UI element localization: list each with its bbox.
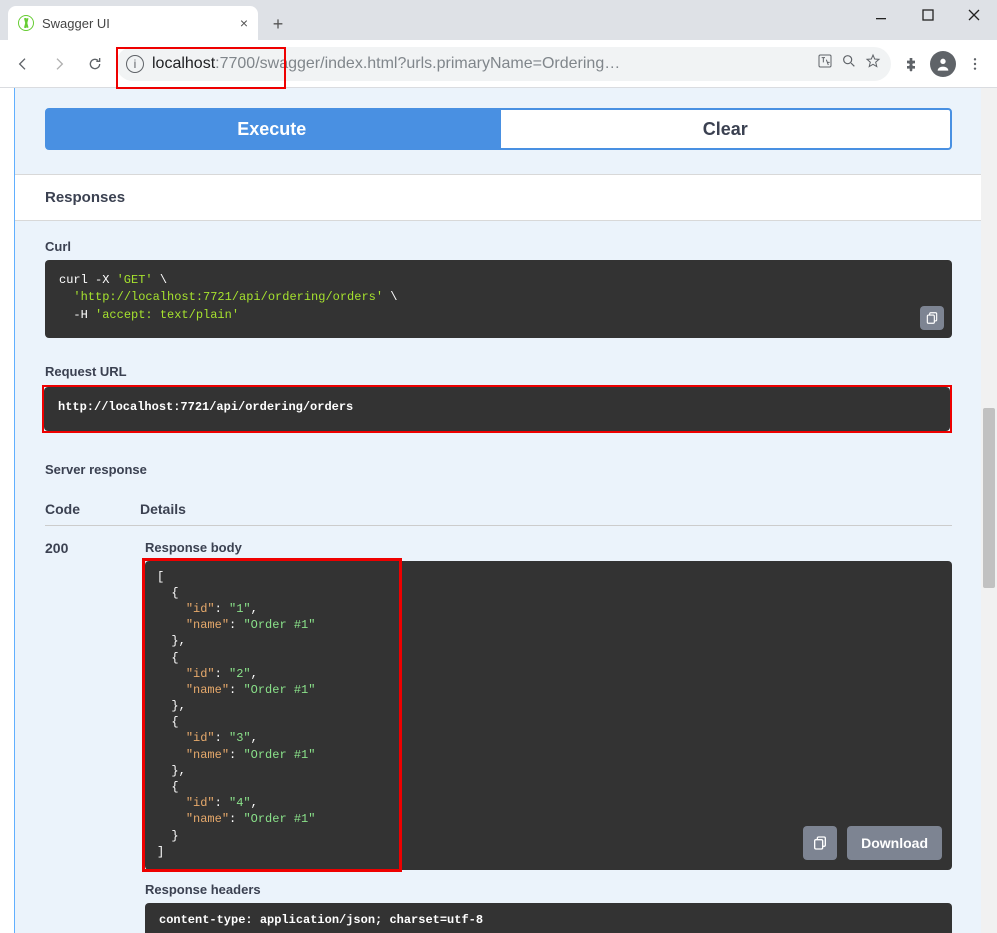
details-column-header: Details (140, 501, 186, 517)
copy-curl-icon[interactable] (920, 306, 944, 330)
extensions-icon[interactable] (897, 50, 925, 78)
site-info-icon[interactable]: i (126, 55, 144, 73)
close-window-button[interactable] (951, 0, 997, 30)
responses-heading: Responses (15, 174, 982, 221)
profile-avatar[interactable] (929, 50, 957, 78)
maximize-button[interactable] (905, 0, 951, 30)
back-button[interactable] (8, 49, 38, 79)
bookmark-star-icon[interactable] (865, 53, 881, 74)
address-bar[interactable]: i localhost:7700/swagger/index.html?urls… (116, 47, 891, 81)
copy-response-icon[interactable] (803, 826, 837, 860)
request-url-label: Request URL (45, 364, 952, 379)
curl-block: curl -X 'GET' \ 'http://localhost:7721/a… (45, 260, 952, 338)
swagger-favicon (18, 15, 34, 31)
swagger-operation-panel: Execute Clear Responses Curl curl -X 'GE… (14, 88, 983, 933)
download-button[interactable]: Download (847, 826, 942, 860)
response-code: 200 (45, 540, 85, 933)
window-controls (859, 0, 997, 30)
annotation-rectangle: http://localhost:7721/api/ordering/order… (42, 385, 952, 432)
zoom-icon[interactable] (841, 53, 857, 74)
new-tab-button[interactable]: + (264, 10, 292, 38)
translate-icon[interactable] (817, 53, 833, 74)
execute-button[interactable]: Execute (45, 108, 499, 150)
address-text: localhost:7700/swagger/index.html?urls.p… (152, 55, 809, 73)
kebab-menu-icon[interactable] (961, 50, 989, 78)
reload-button[interactable] (80, 49, 110, 79)
response-body-block: [ { "id": "1", "name": "Order #1" }, { "… (145, 561, 952, 870)
server-response-label: Server response (45, 462, 952, 477)
request-url-block: http://localhost:7721/api/ordering/order… (44, 387, 950, 430)
code-column-header: Code (45, 501, 80, 517)
browser-tab-strip: Swagger UI × + (0, 0, 997, 40)
minimize-button[interactable] (859, 0, 905, 30)
response-headers-label: Response headers (145, 882, 952, 897)
close-tab-icon[interactable]: × (240, 16, 248, 30)
response-body-label: Response body (145, 540, 952, 555)
scrollbar-thumb[interactable] (983, 408, 995, 588)
forward-button[interactable] (44, 49, 74, 79)
browser-toolbar: i localhost:7700/swagger/index.html?urls… (0, 40, 997, 88)
browser-tab[interactable]: Swagger UI × (8, 6, 258, 40)
tab-title: Swagger UI (42, 16, 110, 31)
curl-label: Curl (45, 239, 952, 254)
clear-button[interactable]: Clear (499, 108, 953, 150)
page-viewport: Execute Clear Responses Curl curl -X 'GE… (0, 88, 997, 933)
scrollbar-track[interactable] (981, 88, 997, 933)
response-headers-block: content-type: application/json; charset=… (145, 903, 952, 933)
